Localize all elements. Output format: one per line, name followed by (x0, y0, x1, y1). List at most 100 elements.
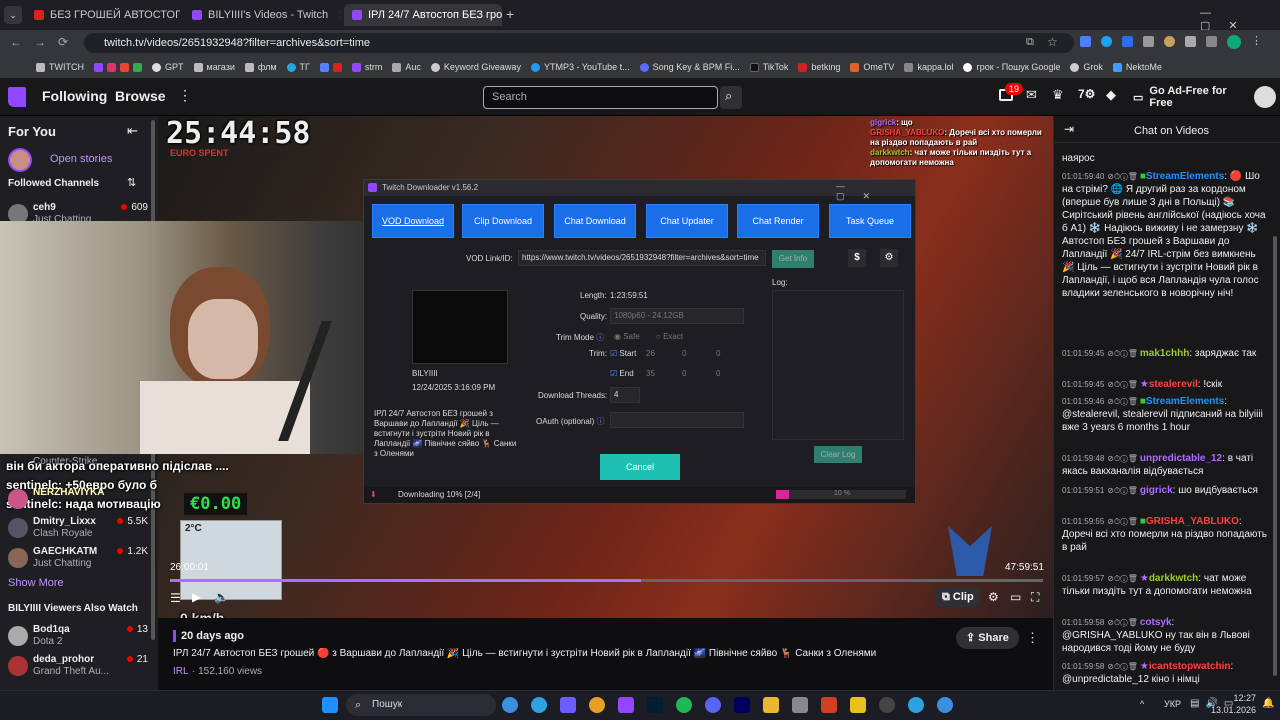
language-indicator[interactable]: УКР (1164, 699, 1181, 709)
trim-safe-radio[interactable]: ◉ Safe (614, 332, 640, 341)
bookmark-songkey[interactable]: Song Key & BPM Fi... (639, 62, 740, 72)
bookmark-keyword[interactable]: Keyword Giveaway (430, 62, 521, 72)
more-options-icon[interactable]: ⋮ (1026, 630, 1039, 646)
translate-icon[interactable]: ⧉ (1026, 36, 1034, 49)
sidebar-channel[interactable]: Dmitry_Lixxx Clash Royale 5.5K (8, 516, 148, 544)
clock-date[interactable]: 13.01.2026 (1202, 705, 1256, 715)
nav-following[interactable]: Following (42, 88, 107, 104)
bookmark-grok-google[interactable]: грок - Пошук Google (963, 62, 1060, 72)
stories-avatar[interactable] (8, 148, 32, 172)
clear-log-button[interactable]: Clear Log (814, 446, 862, 463)
chapters-icon[interactable]: ☰ (170, 591, 181, 605)
extension-icon[interactable] (1164, 36, 1175, 47)
folder-icon[interactable] (763, 697, 779, 713)
files-icon[interactable] (792, 697, 808, 713)
sort-icon[interactable]: ⇅ (127, 176, 136, 189)
tab-chat-updater[interactable]: Chat Updater (646, 204, 728, 238)
trim-exact-radio[interactable]: ○ Exact (656, 332, 683, 341)
bookmark-tg[interactable]: ТГ (286, 62, 310, 72)
menu-icon[interactable]: ⋮ (1251, 36, 1262, 47)
start-seconds[interactable]: 0 (716, 349, 720, 358)
bookmark-icons[interactable] (94, 62, 142, 72)
chrome-icon[interactable] (589, 697, 605, 713)
start-hours[interactable]: 26 (646, 349, 655, 358)
clock-time[interactable]: 12:27 (1222, 693, 1256, 703)
window-controls[interactable]: —▢✕ (1200, 7, 1280, 32)
extension-icon[interactable] (1143, 36, 1154, 47)
tab-vod-download[interactable]: VOD Download (372, 204, 454, 238)
twitch-logo[interactable] (8, 87, 26, 107)
seek-bar[interactable] (170, 579, 1043, 582)
bookmark-shops[interactable]: магази (193, 62, 235, 72)
clip-button[interactable]: ⧉ Clip (936, 587, 980, 607)
twitch-app-icon[interactable] (618, 697, 634, 713)
go-ad-free-button[interactable]: ▭ Go Ad-Free for Free (1133, 85, 1248, 109)
sidepanel-icon[interactable] (1206, 36, 1217, 47)
app-icon[interactable] (850, 697, 866, 713)
profile-avatar[interactable] (1227, 35, 1241, 49)
trim-start-checkbox[interactable]: ☑ Start (610, 349, 636, 358)
vod-link-input[interactable]: https://www.twitch.tv/videos/2651932948?… (518, 250, 766, 266)
quality-select[interactable]: 1080p60 - 24.12GB (610, 308, 744, 324)
chat-scrollbar[interactable] (1273, 236, 1277, 676)
log-textarea[interactable] (772, 290, 904, 440)
theatre-mode-icon[interactable]: ▭ (1010, 590, 1021, 604)
bits-icon[interactable]: 7⚙ (1078, 87, 1095, 101)
trim-end-checkbox[interactable]: ☑ End (610, 369, 634, 378)
whispers-icon[interactable]: ✉ (1026, 87, 1037, 103)
bookmark-twitch[interactable]: TWITCH (36, 62, 84, 72)
share-button[interactable]: ⇪ Share (956, 627, 1019, 649)
photoshop-icon[interactable] (647, 697, 663, 713)
extension-icon[interactable] (1101, 36, 1112, 47)
edge-icon[interactable] (502, 697, 518, 713)
bookmark-strm[interactable]: strm (351, 62, 382, 72)
play-icon[interactable]: ▶ (192, 590, 201, 604)
settings-button[interactable]: ⚙ (880, 249, 898, 267)
more-icon[interactable]: ⋮ (178, 87, 192, 104)
bookmark-gpt[interactable]: GPT (152, 62, 184, 72)
browser-tab-2[interactable]: BILYIIII's Videos - Twitch✕ (184, 4, 340, 26)
new-tab-button[interactable]: + (506, 6, 514, 22)
video-category-link[interactable]: IRL (173, 666, 189, 677)
extension-icon[interactable] (1122, 36, 1133, 47)
bookmark-kappa[interactable]: kappa.lol (904, 62, 953, 72)
expand-icon[interactable]: ⇥ (1064, 122, 1074, 136)
tab-task-queue[interactable]: Task Queue (829, 204, 911, 238)
volume-icon[interactable]: 🔈 (214, 590, 229, 604)
browser-tab-1[interactable]: БЕЗ ГРОШЕЙ АВТОСТОП 2000...✕ (26, 4, 180, 26)
end-hours[interactable]: 35 (646, 369, 655, 378)
threads-input[interactable]: 4 (610, 387, 640, 403)
oauth-input[interactable] (610, 412, 744, 428)
show-more-link[interactable]: Show More (8, 577, 64, 589)
nav-browse[interactable]: Browse (115, 88, 166, 104)
bookmark-ometv[interactable]: OmeTV (850, 62, 894, 72)
telegram-icon[interactable] (531, 697, 547, 713)
bookmark-films[interactable]: флм (244, 62, 277, 72)
sidebar-channel[interactable]: GAECHKATM Just Chatting 1.2K (8, 546, 148, 574)
fullscreen-icon[interactable]: ⛶ (1031, 590, 1039, 605)
crown-icon[interactable]: ♛ (1052, 87, 1064, 103)
tray-chevron-icon[interactable]: ^ (1140, 699, 1144, 709)
settings-icon[interactable]: ⚙ (988, 590, 999, 604)
spotify-icon[interactable] (676, 697, 692, 713)
bookmark-ytmp3[interactable]: YTMP3 - YouTube t... (530, 62, 630, 72)
tab-clip-download[interactable]: Clip Download (462, 204, 544, 238)
window-controls[interactable]: —▢✕ (836, 181, 915, 202)
collapse-icon[interactable]: ⇤ (127, 123, 138, 139)
bookmark-nektome[interactable]: NektoMe (1112, 62, 1162, 72)
tab-search-button[interactable]: ⌄ (4, 6, 22, 24)
obs-icon[interactable] (879, 697, 895, 713)
windows-start-icon[interactable] (322, 697, 338, 713)
tab-chat-render[interactable]: Chat Render (737, 204, 819, 238)
puzzle-icon[interactable] (1185, 36, 1196, 47)
search-button[interactable]: ⌕ (720, 86, 742, 109)
telegram-icon[interactable] (908, 697, 924, 713)
bookmark-tiktok[interactable]: TikTok (749, 62, 788, 72)
app-icon[interactable] (937, 697, 953, 713)
end-minutes[interactable]: 0 (682, 369, 686, 378)
extension-icon[interactable] (1080, 36, 1091, 47)
start-minutes[interactable]: 0 (682, 349, 686, 358)
search-input[interactable]: Search (483, 86, 718, 109)
end-seconds[interactable]: 0 (716, 369, 720, 378)
open-stories-link[interactable]: Open stories (50, 153, 112, 165)
